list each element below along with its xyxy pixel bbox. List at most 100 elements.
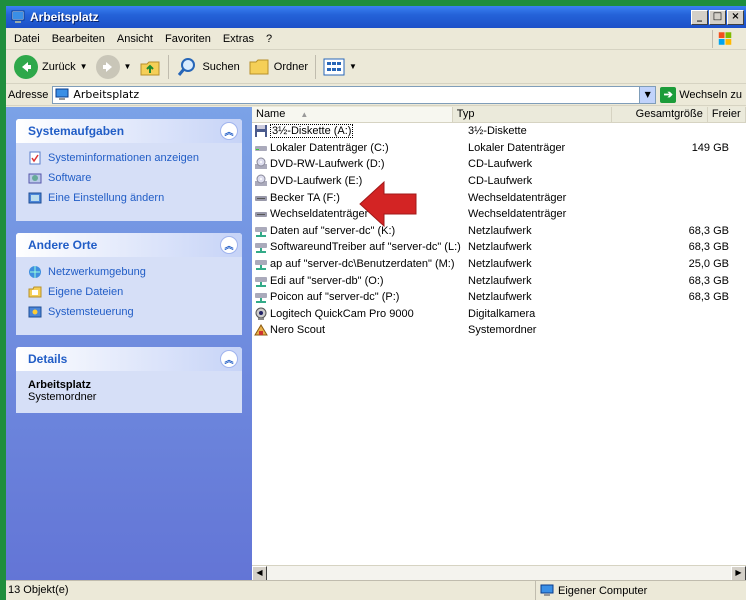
views-button[interactable]: ▼ [319, 53, 361, 81]
network-drive-icon [255, 293, 267, 304]
scroll-right-icon[interactable]: ▶ [731, 566, 746, 580]
go-button[interactable]: ➔ Wechseln zu [656, 86, 746, 103]
file-row[interactable]: DVD-Laufwerk (E:) CD-Laufwerk [252, 173, 746, 190]
file-size: 25,0 GB [688, 258, 729, 271]
menu-datei[interactable]: Datei [8, 33, 46, 45]
place-control-panel[interactable]: Systemsteuerung [28, 305, 230, 319]
system-tasks-header[interactable]: Systemaufgaben ︽ [16, 119, 242, 143]
task-label: Software [48, 172, 92, 184]
file-rows: 3½-Diskette (A:) 3½-Diskette Lokaler Daten… [252, 123, 746, 339]
nero-scout-icon [254, 324, 268, 336]
red-arrow-annotation [359, 180, 417, 228]
my-computer-small-icon [55, 88, 69, 100]
file-type: Netzlaufwerk [468, 241, 532, 254]
file-name-cell[interactable]: Nero Scout [252, 323, 464, 337]
menu-extras[interactable]: Extras [217, 33, 260, 45]
window-title: Arbeitsplatz [30, 10, 99, 24]
other-places-header[interactable]: Andere Orte ︽ [16, 233, 242, 257]
details-panel: Details ︽ Arbeitsplatz Systemordner [16, 347, 242, 413]
file-name-cell[interactable]: DVD-RW-Laufwerk (D:) [252, 157, 464, 171]
forward-dropdown-icon[interactable]: ▼ [124, 62, 132, 71]
scroll-left-icon[interactable]: ◀ [252, 566, 267, 580]
address-value: Arbeitsplatz [73, 88, 140, 101]
forward-button[interactable]: ▼ [92, 53, 136, 81]
views-dropdown-icon[interactable]: ▼ [349, 62, 357, 71]
collapse-chevron-icon[interactable]: ︽ [220, 236, 238, 254]
file-row[interactable]: SoftwareundTreiber auf "server-dc" (L:) N… [252, 239, 746, 256]
place-network[interactable]: Netzwerkumgebung [28, 265, 230, 279]
other-places-body: Netzwerkumgebung Eigene Dateien Systemst… [16, 257, 242, 335]
my-computer-small-icon [540, 584, 554, 596]
task-change-setting[interactable]: Eine Einstellung ändern [28, 191, 230, 205]
minimize-button[interactable]: _ [691, 9, 708, 25]
file-row[interactable]: ap auf "server-dc\Benutzerdaten" (M:) Net… [252, 256, 746, 273]
column-label: Typ [456, 108, 475, 120]
menu-ansicht[interactable]: Ansicht [111, 33, 159, 45]
task-system-info[interactable]: Systeminformationen anzeigen [28, 151, 230, 165]
file-name-cell[interactable]: Logitech QuickCam Pro 9000 [252, 307, 464, 321]
file-name-cell[interactable]: Lokaler Datenträger (C:) [252, 141, 464, 155]
close-button[interactable]: × [727, 9, 744, 25]
file-row[interactable]: Lokaler Datenträger (C:) Lokaler Datenträ… [252, 140, 746, 157]
back-button[interactable]: Zurück ▼ [10, 53, 92, 81]
file-name-cell[interactable]: Edi auf "server-db" (O:) [252, 274, 464, 288]
up-folder-icon [140, 61, 160, 75]
file-list: Name ▲ Typ Gesamtgröße Freier 3½-Diskett… [252, 107, 746, 580]
horizontal-scrollbar[interactable]: ◀ ▶ [252, 565, 746, 580]
column-header-name[interactable]: Name ▲ [252, 107, 453, 122]
search-button[interactable]: Suchen [172, 53, 243, 81]
file-row[interactable]: Poicon auf "server-dc" (P:) Netzlaufwerk 6… [252, 289, 746, 306]
file-type: Wechseldatenträger [468, 191, 567, 204]
file-name: Logitech QuickCam Pro 9000 [270, 307, 414, 320]
webcam-icon [255, 307, 267, 320]
system-info-icon [29, 151, 41, 165]
file-row[interactable]: 3½-Diskette (A:) 3½-Diskette [252, 123, 746, 140]
file-row[interactable]: Edi auf "server-db" (O:) Netzlaufwerk 68,3… [252, 272, 746, 289]
task-software[interactable]: Software [28, 171, 230, 185]
status-object-count: 13 Objekt(e) [6, 581, 536, 600]
file-row[interactable]: Wechseldatenträger Wechseldatenträger [252, 206, 746, 223]
file-name-cell[interactable]: ap auf "server-dc\Benutzerdaten" (M:) [252, 257, 464, 271]
menu-favoriten[interactable]: Favoriten [159, 33, 217, 45]
column-header-free[interactable]: Freier [708, 107, 746, 122]
back-dropdown-icon[interactable]: ▼ [80, 62, 88, 71]
task-label: Eine Einstellung ändern [48, 192, 165, 204]
menu-bearbeiten[interactable]: Bearbeiten [46, 33, 111, 45]
status-bar: 13 Objekt(e) Eigener Computer [6, 580, 746, 600]
file-name-cell[interactable]: 3½-Diskette (A:) [252, 124, 464, 139]
up-folder-button[interactable] [135, 53, 165, 81]
toolbar-separator [315, 54, 317, 79]
details-header[interactable]: Details ︽ [16, 347, 242, 371]
file-row[interactable]: Nero Scout Systemordner [252, 322, 746, 339]
title-bar[interactable]: Arbeitsplatz _ □ × [6, 6, 746, 28]
maximize-button[interactable]: □ [709, 9, 726, 25]
standard-toolbar: Zurück ▼ ▼ Suchen Ordner ▼ [6, 50, 746, 84]
system-tasks-body: Systeminformationen anzeigen Software Ei… [16, 143, 242, 221]
removable-drive-icon [255, 195, 267, 201]
collapse-chevron-icon[interactable]: ︽ [220, 350, 238, 368]
file-type: Netzlaufwerk [468, 291, 532, 304]
column-header-type[interactable]: Typ [453, 107, 612, 122]
toolbar-separator [168, 54, 170, 79]
file-name-cell[interactable]: SoftwareundTreiber auf "server-dc" (L:) [252, 240, 464, 254]
harddisk-icon [255, 145, 267, 151]
file-name: Edi auf "server-db" (O:) [270, 274, 384, 287]
file-name-cell[interactable]: Poicon auf "server-dc" (P:) [252, 290, 464, 304]
file-size: 68,3 GB [688, 241, 729, 254]
file-row[interactable]: Becker TA (F:) Wechseldatenträger [252, 189, 746, 206]
folders-button[interactable]: Ordner [244, 53, 312, 81]
menu-help[interactable]: ? [260, 33, 278, 45]
list-header: Name ▲ Typ Gesamtgröße Freier [252, 107, 746, 123]
place-my-documents[interactable]: Eigene Dateien [28, 285, 230, 299]
file-row[interactable]: Logitech QuickCam Pro 9000 Digitalkamera [252, 306, 746, 323]
column-label: Name [256, 108, 286, 120]
forward-arrow-icon [95, 54, 120, 79]
file-row[interactable]: Daten auf "server-dc" (K:) Netzlaufwerk 68… [252, 223, 746, 240]
collapse-chevron-icon[interactable]: ︽ [220, 122, 238, 140]
windows-logo-icon [712, 30, 732, 48]
address-dropdown-icon[interactable]: ▼ [639, 86, 656, 103]
address-input[interactable]: Arbeitsplatz ▼ [52, 85, 657, 104]
column-header-size[interactable]: Gesamtgröße [612, 107, 708, 122]
file-row[interactable]: DVD-RW-Laufwerk (D:) CD-Laufwerk [252, 156, 746, 173]
file-type: CD-Laufwerk [468, 175, 533, 188]
